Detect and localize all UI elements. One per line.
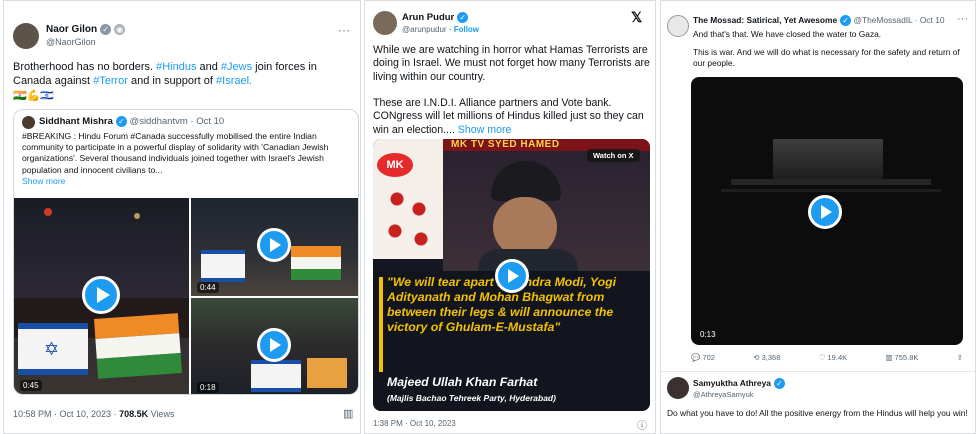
avatar[interactable] [667,15,689,37]
author-name[interactable]: Naor Gilon [46,24,97,35]
tweet-card-arun-pudur: Arun Pudur ✓ @arunpudur · Follow 𝕏 While … [364,0,656,434]
tweet-card-mossad: The Mossad: Satirical, Yet Awesome ✓ @The… [660,0,976,434]
india-flag-image [94,313,182,379]
play-button-icon[interactable] [82,276,120,314]
channel-label: MK TV SYED HAMED [451,139,560,150]
show-more-link[interactable]: Show more [22,176,65,186]
hashtag-hindus[interactable]: #Hindus [156,61,196,73]
tweet-timestamp: 10:58 PM · Oct 10, 2023 · 708.5K Views [13,409,175,419]
quoted-text: #BREAKING : Hindu Forum #Canada successf… [22,131,329,175]
author-handle[interactable]: @NaorGilon [46,37,96,47]
tweet-line-2: This is war. And we will do what is nece… [693,47,960,68]
video-duration: 0:44 [197,282,219,293]
reply-button[interactable]: 💬 702 [691,353,715,362]
hashtag-terror[interactable]: #Terror [93,75,128,87]
x-logo-icon[interactable]: 𝕏 [631,9,642,26]
analytics-icon[interactable]: ▥ [343,407,353,420]
play-button-icon[interactable] [495,259,529,293]
gov-badge-icon: ◉ [114,24,126,35]
tweet-paragraph-1: While we are watching in horror what Ham… [373,44,650,83]
quoted-author-name: Siddhant Mishra [39,116,113,128]
views-button[interactable]: ▥ 755.8K [885,353,918,362]
like-button[interactable]: ♡ 19.4K [819,353,847,362]
video-duration: 0:13 [700,330,716,339]
avatar[interactable] [373,11,397,35]
share-icon[interactable]: ⇪ [957,353,963,362]
more-icon[interactable]: ··· [957,13,968,25]
tweet-line-1: And that's that. We have closed the wate… [693,29,882,39]
verified-icon: ✓ [840,15,852,27]
israel-flag-image: ✡ [18,323,88,375]
author-name[interactable]: The Mossad: Satirical, Yet Awesome [693,15,837,25]
tweet-timestamp: 1:38 PM · Oct 10, 2023 [373,419,456,428]
verified-icon: ✓ [115,116,127,127]
reply-author-handle[interactable]: @AthreyaSamyuk [693,390,754,399]
emoji-line: 🇮🇳💪🇮🇱 [13,90,55,102]
quoted-date: · Oct 10 [190,116,225,128]
quoted-author-handle: @siddhantvm [129,116,188,128]
follow-button[interactable]: Follow [454,25,479,34]
repost-button[interactable]: ⟲ 3,368 [753,353,780,362]
play-button-icon[interactable] [257,328,291,362]
verified-icon: ✓ [457,12,469,23]
show-more-link[interactable]: Show more [458,124,512,136]
reply-author-name[interactable]: Samyuktha Athreya [693,378,771,388]
watch-on-x-button[interactable]: Watch on X [587,149,640,162]
tweet-paragraph-2: These are I.N.D.I. Alliance partners and… [373,97,644,136]
quoted-tweet[interactable]: Siddhant Mishra ✓ @siddhantvm · Oct 10 #B… [13,109,359,395]
video-duration: 0:18 [197,382,219,393]
play-button-icon[interactable] [257,228,291,262]
channel-badge: MK [377,153,413,177]
tweet-text: Brotherhood has no borders. #Hindus and … [13,61,317,87]
author-handle[interactable]: @arunpudur [402,25,447,34]
tweet-card-naor-gilon: Naor Gilon ✓ ◉ @NaorGilon ··· Brotherhood … [3,0,361,434]
more-icon[interactable]: ··· [338,23,350,37]
hashtag-israel[interactable]: #Israel. [216,75,252,87]
avatar[interactable] [667,377,689,399]
avatar [22,116,35,129]
info-icon[interactable]: ⓘ [637,417,647,432]
play-button-icon[interactable] [808,195,842,229]
hashtag-jews[interactable]: #Jews [221,61,252,73]
embedded-video[interactable]: MK TV SYED HAMED MK Watch on X "We will … [373,139,650,411]
speaker-party: (Majlis Bachao Tehreek Party, Hyderabad) [387,393,556,403]
video-top-right[interactable]: 0:44 [191,198,358,296]
action-bar: 💬 702 ⟲ 3,368 ♡ 19.4K ▥ 755.8K ⇪ [691,353,963,362]
author-handle[interactable]: @TheMossadIL [853,15,912,25]
author-name[interactable]: Arun Pudur [402,12,454,23]
video-bottom-right[interactable]: 0:18 [191,298,358,394]
video-duration: 0:45 [20,380,42,391]
video-large[interactable]: ✡ 0:45 [14,198,189,394]
speaker-name: Majeed Ullah Khan Farhat [387,375,538,389]
reply-text: Do what you have to do! All the positive… [667,408,968,418]
avatar[interactable] [13,23,39,49]
verified-icon: ✓ [773,378,785,390]
verified-icon: ✓ [100,24,112,35]
embedded-video[interactable]: 0:13 [691,77,963,345]
tweet-date: · Oct 10 [914,15,945,25]
views-count: 708.5K [119,409,149,419]
